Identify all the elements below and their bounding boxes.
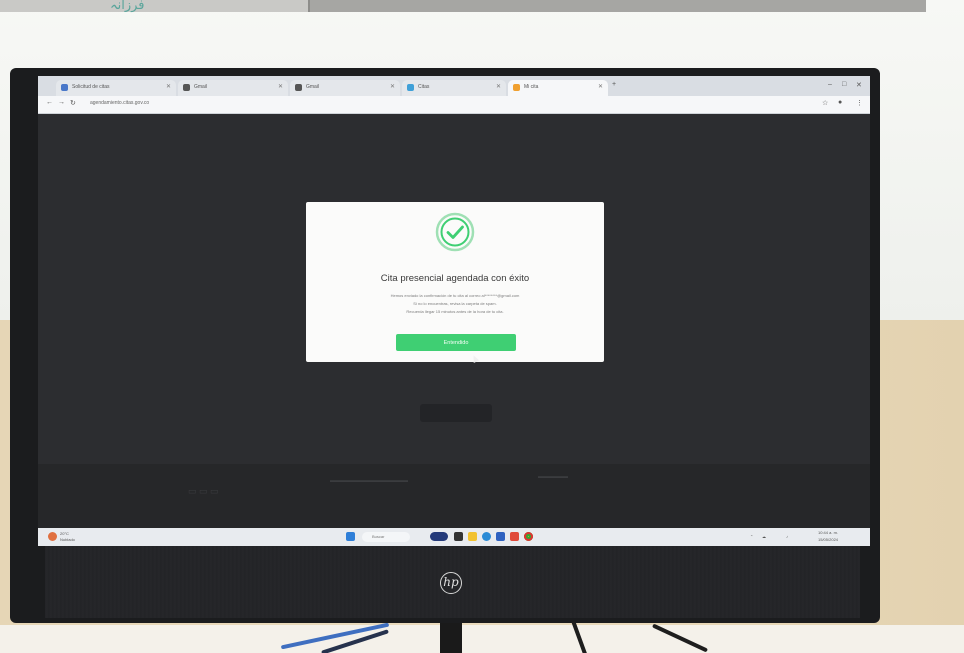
tray-arrow-icon[interactable]: ⌃ bbox=[750, 534, 753, 539]
tab-close-icon[interactable]: ✕ bbox=[278, 83, 283, 90]
tab-favicon-icon bbox=[295, 84, 302, 91]
tab-close-icon[interactable]: ✕ bbox=[598, 83, 603, 90]
widgets-icon[interactable] bbox=[430, 532, 448, 541]
tab-favicon-icon bbox=[513, 84, 520, 91]
dialog-message-line: Recuerda llegar 15 minutos antes de la h… bbox=[406, 309, 504, 314]
browser-tab[interactable]: Citas ✕ bbox=[402, 80, 506, 96]
edge-icon[interactable] bbox=[482, 532, 491, 541]
background-button bbox=[420, 404, 492, 422]
dialog-message-line: Si no lo encuentras, revisa la carpeta d… bbox=[413, 301, 497, 306]
tab-favicon-icon bbox=[183, 84, 190, 91]
hp-logo-icon: hp bbox=[440, 572, 462, 594]
new-tab-button[interactable]: + bbox=[612, 81, 616, 88]
browser-tab-active[interactable]: Mi cita ✕ bbox=[508, 80, 608, 96]
address-bar: ← → ↻ agendamiento.citas.gov.co ☆ ● ⋮ bbox=[38, 96, 870, 114]
footer-links: ▬▬▬▬▬ bbox=[538, 474, 568, 480]
forward-icon[interactable]: → bbox=[58, 99, 65, 106]
profile-icon[interactable]: ● bbox=[838, 99, 842, 106]
weather-icon bbox=[48, 532, 57, 541]
file-explorer-icon[interactable] bbox=[468, 532, 477, 541]
image-top-strip: فرزانہ bbox=[0, 0, 926, 13]
minimize-icon[interactable]: – bbox=[828, 81, 832, 88]
weather-temp: 20°C bbox=[60, 531, 69, 536]
tab-favicon-icon bbox=[407, 84, 414, 91]
monitor: Solicitud de citas ✕ Gmail ✕ Gmail ✕ Citas ✕… bbox=[10, 68, 880, 623]
app-icon[interactable] bbox=[510, 532, 519, 541]
screen: Solicitud de citas ✕ Gmail ✕ Gmail ✕ Citas ✕… bbox=[38, 76, 870, 546]
tray-network-icon[interactable]: ☁ bbox=[762, 534, 766, 539]
close-window-icon[interactable]: ✕ bbox=[856, 81, 862, 89]
tab-close-icon[interactable]: ✕ bbox=[390, 83, 395, 90]
browser-tab[interactable]: Gmail ✕ bbox=[178, 80, 288, 96]
tab-close-icon[interactable]: ✕ bbox=[166, 83, 171, 90]
monitor-stand bbox=[440, 623, 462, 653]
footer-text-block: ▬▬▬▬▬▬▬▬▬▬▬▬▬ bbox=[330, 478, 408, 484]
chrome-icon[interactable] bbox=[524, 532, 533, 541]
browser-tab[interactable]: Solicitud de citas ✕ bbox=[56, 80, 176, 96]
footer-logo: ▭ ▭ ▭ bbox=[188, 486, 219, 496]
success-check-icon bbox=[435, 212, 475, 252]
understood-button[interactable]: Entendido bbox=[396, 334, 516, 351]
bookmark-icon[interactable]: ☆ bbox=[822, 99, 828, 107]
url-field[interactable]: agendamiento.citas.gov.co bbox=[90, 100, 149, 106]
tab-favicon-icon bbox=[61, 84, 68, 91]
taskbar-search[interactable]: Buscar bbox=[362, 532, 410, 542]
browser-tab-strip: Solicitud de citas ✕ Gmail ✕ Gmail ✕ Citas ✕… bbox=[38, 76, 870, 96]
browser-tab[interactable]: Gmail ✕ bbox=[290, 80, 400, 96]
store-icon[interactable] bbox=[496, 532, 505, 541]
success-dialog: Cita presencial agendada con éxito Hemos… bbox=[306, 202, 604, 362]
reload-icon[interactable]: ↻ bbox=[70, 99, 76, 107]
tab-close-icon[interactable]: ✕ bbox=[496, 83, 501, 90]
tray-sound-icon[interactable]: ♪ bbox=[786, 534, 788, 539]
image-top-strip-left bbox=[0, 0, 310, 12]
menu-icon[interactable]: ⋮ bbox=[856, 99, 863, 107]
taskbar-date: 15/05/2024 bbox=[818, 537, 839, 542]
dialog-message-line: Hemos enviado la confirmación de tu cita… bbox=[390, 293, 520, 298]
taskbar: 20°C Nublado Buscar ⌃ ☁ ♪ 10:44 a. m. 15… bbox=[38, 528, 870, 546]
start-menu-icon[interactable] bbox=[346, 532, 355, 541]
dialog-title: Cita presencial agendada con éxito bbox=[380, 273, 530, 284]
maximize-icon[interactable]: □ bbox=[842, 81, 846, 88]
taskbar-time: 10:44 a. m. bbox=[818, 530, 839, 535]
corner-logo-icon: فرزانہ bbox=[110, 0, 145, 13]
weather-condition: Nublado bbox=[60, 537, 75, 542]
desk-surface bbox=[0, 625, 964, 653]
task-view-icon[interactable] bbox=[454, 532, 463, 541]
back-icon[interactable]: ← bbox=[46, 99, 53, 106]
